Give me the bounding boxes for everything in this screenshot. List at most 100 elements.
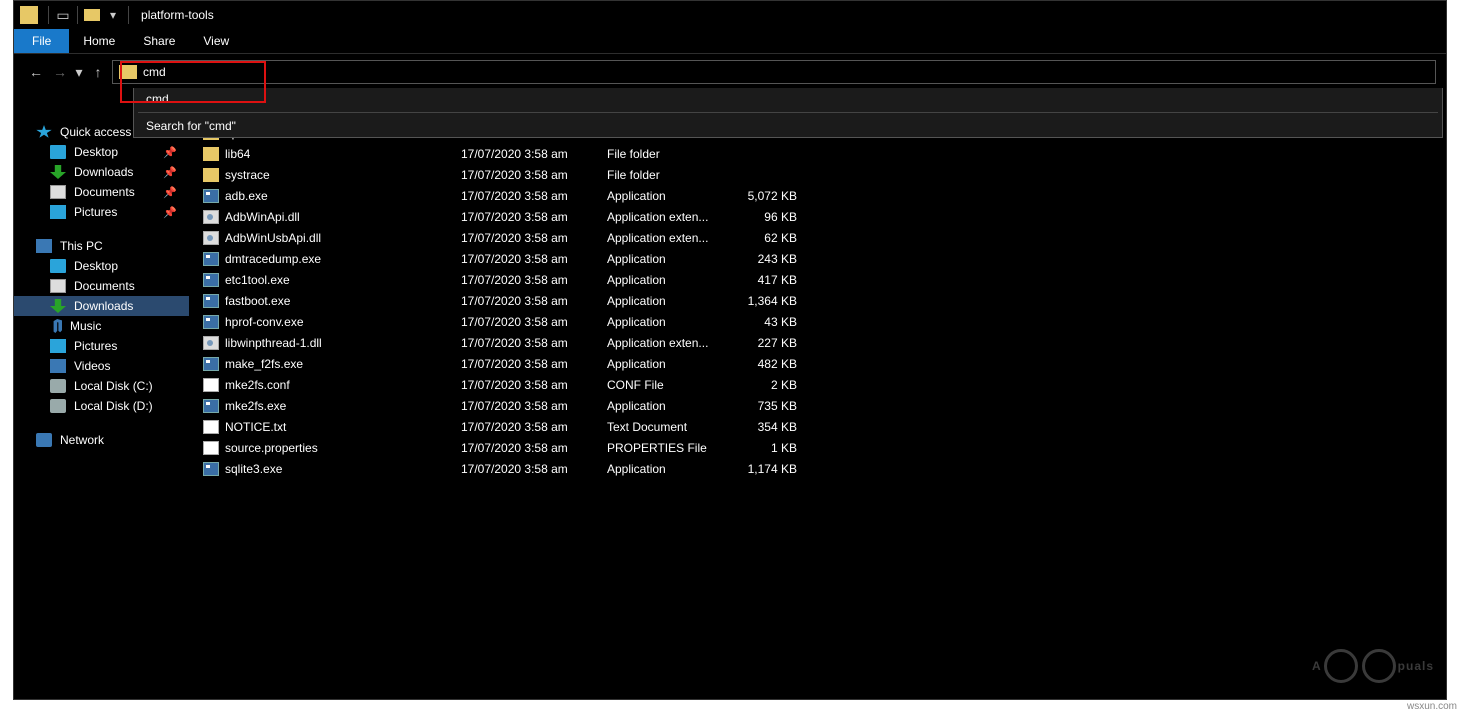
sidebar-item-videos[interactable]: Videos: [14, 356, 189, 376]
file-icon: [203, 252, 219, 266]
sidebar-group-label: Quick access: [60, 125, 131, 139]
file-type: File folder: [607, 147, 735, 161]
sidebar-item-pictures[interactable]: Pictures 📌: [14, 202, 189, 222]
pin-icon: 📌: [163, 186, 177, 199]
file-row[interactable]: hprof-conv.exe17/07/2020 3:58 amApplicat…: [189, 311, 1446, 332]
file-name: source.properties: [225, 441, 318, 455]
file-row[interactable]: systrace17/07/2020 3:58 amFile folder: [189, 164, 1446, 185]
pin-icon: 📌: [163, 146, 177, 159]
file-date: 17/07/2020 3:58 am: [461, 294, 607, 308]
qat-properties-icon[interactable]: ▭: [55, 3, 71, 27]
file-row[interactable]: sqlite3.exe 17/07/2020 3:58 amApplication…: [189, 458, 1446, 479]
file-name: lib64: [225, 147, 250, 161]
file-date: 17/07/2020 3:58 am: [461, 189, 607, 203]
pin-icon: 📌: [163, 166, 177, 179]
chevron-down-icon[interactable]: ▾: [110, 8, 116, 22]
file-type: Application exten...: [607, 231, 735, 245]
sidebar-item-downloads[interactable]: Downloads 📌: [14, 162, 189, 182]
pin-icon: 📌: [163, 206, 177, 219]
sidebar-item-label: Downloads: [74, 165, 133, 179]
sidebar-item-documents[interactable]: Documents 📌: [14, 182, 189, 202]
file-type: Application: [607, 462, 735, 476]
file-icon: [203, 399, 219, 413]
file-date: 17/07/2020 3:58 am: [461, 210, 607, 224]
up-button[interactable]: ↑: [86, 60, 110, 84]
sidebar-item-desktop[interactable]: Desktop: [14, 256, 189, 276]
navigation-pane: Quick access Desktop 📌 Downloads 📌 Docum…: [14, 90, 189, 699]
forward-button[interactable]: →: [48, 60, 72, 84]
back-button[interactable]: ←: [24, 60, 48, 84]
file-row[interactable]: AdbWinUsbApi.dll17/07/2020 3:58 amApplic…: [189, 227, 1446, 248]
file-icon: [203, 420, 219, 434]
file-row[interactable]: mke2fs.conf17/07/2020 3:58 amCONF File2 …: [189, 374, 1446, 395]
file-name: AdbWinApi.dll: [225, 210, 300, 224]
sidebar-item-label: Local Disk (D:): [74, 399, 153, 413]
sidebar-item-documents[interactable]: Documents: [14, 276, 189, 296]
folder-icon: [20, 6, 38, 24]
file-name: fastboot.exe: [225, 294, 290, 308]
sidebar-item-localdisk-d[interactable]: Local Disk (D:): [14, 396, 189, 416]
file-name: adb.exe: [225, 189, 268, 203]
file-size: 1,364 KB: [735, 294, 797, 308]
file-row[interactable]: etc1tool.exe17/07/2020 3:58 amApplicatio…: [189, 269, 1446, 290]
file-row[interactable]: adb.exe17/07/2020 3:58 amApplication5,07…: [189, 185, 1446, 206]
tab-view[interactable]: View: [189, 29, 243, 53]
sidebar-item-pictures[interactable]: Pictures: [14, 336, 189, 356]
star-icon: [36, 125, 52, 139]
videos-icon: [50, 359, 66, 373]
sidebar-this-pc[interactable]: This PC: [14, 236, 189, 256]
tab-file[interactable]: File: [14, 29, 69, 53]
sidebar-item-label: Desktop: [74, 145, 118, 159]
suggestion-item[interactable]: Search for "cmd": [134, 115, 1442, 137]
file-date: 17/07/2020 3:58 am: [461, 441, 607, 455]
sidebar-item-localdisk-c[interactable]: Local Disk (C:): [14, 376, 189, 396]
file-type: CONF File: [607, 378, 735, 392]
sidebar-item-downloads[interactable]: Downloads: [14, 296, 189, 316]
file-size: 96 KB: [735, 210, 797, 224]
file-icon: [203, 462, 219, 476]
file-type: Application: [607, 294, 735, 308]
qat-separator: [48, 6, 49, 24]
recent-locations-button[interactable]: ▾: [72, 60, 86, 84]
file-icon: [203, 294, 219, 308]
file-row[interactable]: fastboot.exe 17/07/2020 3:58 amApplicatio…: [189, 290, 1446, 311]
file-name: sqlite3.exe: [225, 462, 282, 476]
file-size: 1 KB: [735, 441, 797, 455]
file-row[interactable]: make_f2fs.exe17/07/2020 3:58 amApplicati…: [189, 353, 1446, 374]
sidebar-item-desktop[interactable]: Desktop 📌: [14, 142, 189, 162]
sidebar-network[interactable]: Network: [14, 430, 189, 450]
file-date: 17/07/2020 3:58 am: [461, 168, 607, 182]
sidebar-item-label: Pictures: [74, 339, 117, 353]
file-size: 62 KB: [735, 231, 797, 245]
pictures-icon: [50, 339, 66, 353]
sidebar-item-label: Desktop: [74, 259, 118, 273]
tab-home[interactable]: Home: [69, 29, 129, 53]
address-input[interactable]: [143, 65, 1435, 79]
file-name: libwinpthread-1.dll: [225, 336, 322, 350]
titlebar: ▭ ▾ platform-tools: [14, 1, 1446, 29]
file-type: Application: [607, 399, 735, 413]
file-list[interactable]: api17/07/2020 3:58 amFile folderlib6417/…: [189, 90, 1446, 699]
suggestion-item[interactable]: cmd: [134, 88, 1442, 110]
explorer-window: ▭ ▾ platform-tools File Home Share View …: [13, 0, 1447, 700]
tab-share[interactable]: Share: [129, 29, 189, 53]
address-bar[interactable]: [112, 60, 1436, 84]
file-date: 17/07/2020 3:58 am: [461, 252, 607, 266]
file-row[interactable]: mke2fs.exe17/07/2020 3:58 amApplication7…: [189, 395, 1446, 416]
file-row[interactable]: AdbWinApi.dll17/07/2020 3:58 amApplicati…: [189, 206, 1446, 227]
sidebar-item-music[interactable]: Music: [14, 316, 189, 336]
file-row[interactable]: source.properties17/07/2020 3:58 amPROPE…: [189, 437, 1446, 458]
file-name: etc1tool.exe: [225, 273, 290, 287]
file-date: 17/07/2020 3:58 am: [461, 399, 607, 413]
file-name: mke2fs.conf: [225, 378, 290, 392]
file-row[interactable]: lib6417/07/2020 3:58 amFile folder: [189, 143, 1446, 164]
file-name: AdbWinUsbApi.dll: [225, 231, 321, 245]
file-size: 227 KB: [735, 336, 797, 350]
sidebar-item-label: Downloads: [74, 299, 133, 313]
file-date: 17/07/2020 3:58 am: [461, 462, 607, 476]
file-name: systrace: [225, 168, 270, 182]
music-icon: [50, 319, 62, 333]
file-row[interactable]: dmtracedump.exe17/07/2020 3:58 amApplica…: [189, 248, 1446, 269]
file-row[interactable]: NOTICE.txt17/07/2020 3:58 amText Documen…: [189, 416, 1446, 437]
file-row[interactable]: libwinpthread-1.dll17/07/2020 3:58 amApp…: [189, 332, 1446, 353]
